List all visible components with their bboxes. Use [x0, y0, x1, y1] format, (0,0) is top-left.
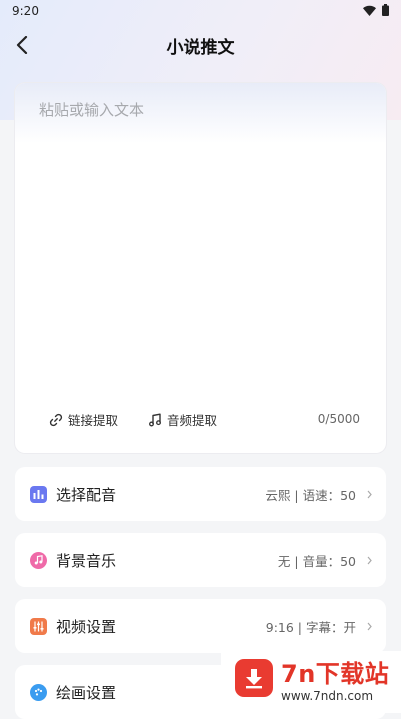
link-extract-label: 链接提取: [68, 413, 119, 428]
video-settings-row[interactable]: 视频设置 9:16 | 字幕：开: [15, 599, 386, 653]
watermark-brand: 7n下载站: [281, 660, 390, 688]
battery-icon: [382, 4, 389, 16]
page-title: 小说推文: [166, 37, 235, 58]
background-music-value: 无 | 音量：50: [277, 553, 356, 569]
voice-select-row[interactable]: 选择配音 云熙 | 语速：50: [15, 467, 386, 521]
status-bar: 9:20: [0, 0, 401, 24]
background-music-row[interactable]: 背景音乐 无 | 音量：50: [15, 533, 386, 587]
video-settings-value: 9:16 | 字幕：开: [265, 619, 356, 635]
watermark: 7n下载站 www.7ndn.com: [221, 651, 401, 713]
link-extract-button[interactable]: 链接提取: [49, 410, 118, 429]
video-settings-label: 视频设置: [56, 617, 117, 636]
app-header: 小说推文: [0, 26, 401, 64]
voice-select-value: 云熙 | 语速：50: [265, 487, 356, 503]
text-input[interactable]: [37, 97, 371, 361]
equalizer-icon: [30, 617, 47, 635]
back-button[interactable]: [10, 32, 34, 58]
chevron-right-icon: [364, 490, 374, 499]
link-icon: [49, 413, 63, 426]
bar-chart-icon: [30, 485, 47, 503]
palette-icon: [30, 683, 47, 701]
background-music-label: 背景音乐: [56, 551, 117, 570]
download-logo-icon: [235, 659, 273, 697]
watermark-url: www.7ndn.com: [281, 689, 374, 703]
system-icons: [363, 4, 389, 16]
chevron-right-icon: [364, 622, 374, 631]
music-note-icon: [30, 551, 47, 569]
character-counter: 0/5000: [317, 412, 360, 426]
status-time: 9:20: [12, 4, 39, 18]
text-editor-card: 链接提取 音频提取 0/5000: [15, 83, 386, 453]
audio-extract-label: 音频提取: [167, 413, 218, 428]
chevron-left-icon: [16, 36, 28, 54]
audio-extract-button[interactable]: 音频提取: [148, 410, 217, 429]
voice-select-label: 选择配音: [56, 485, 117, 504]
chevron-right-icon: [364, 556, 374, 565]
music-note-icon: [149, 413, 161, 426]
drawing-settings-label: 绘画设置: [56, 683, 117, 702]
wifi-icon: [363, 5, 376, 16]
